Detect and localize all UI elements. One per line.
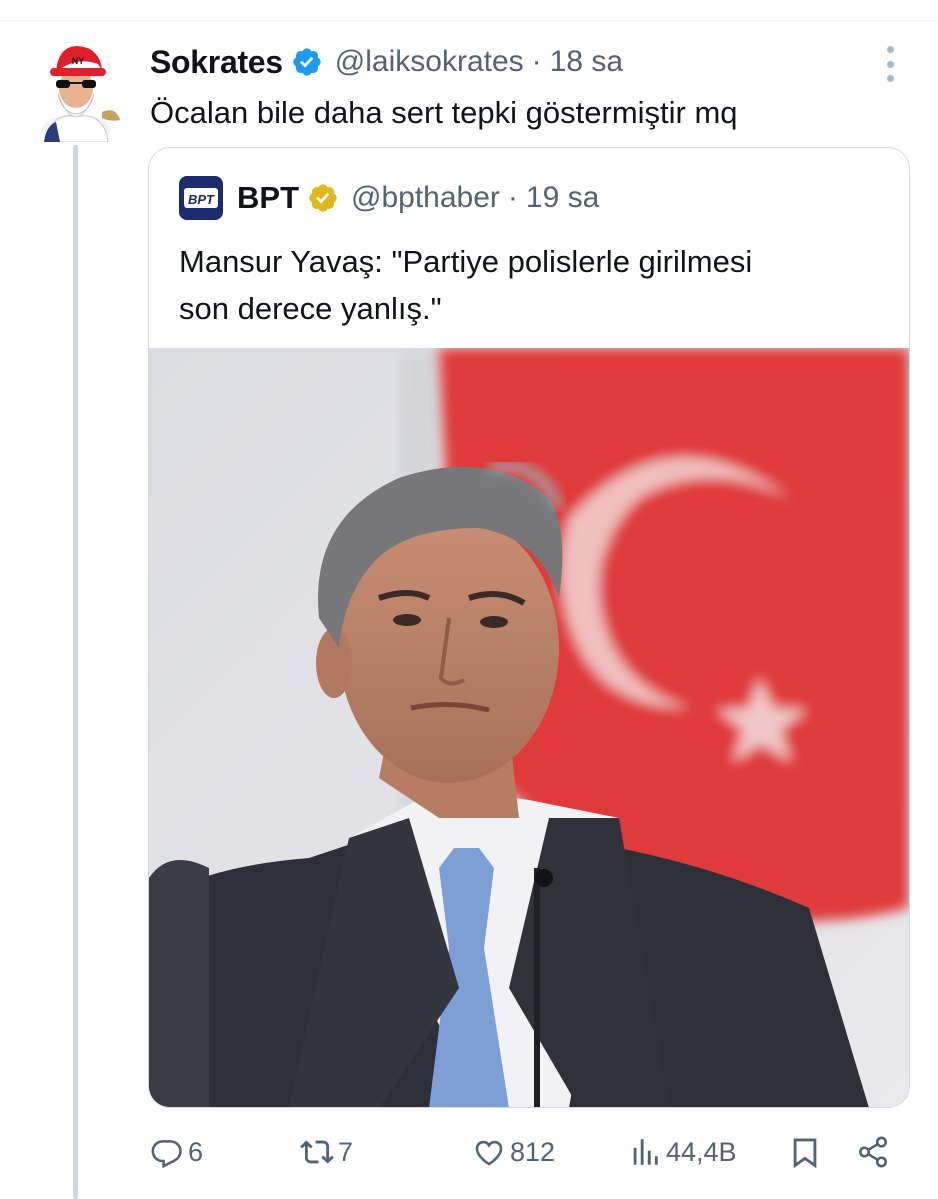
tweet-actions: 6 7 812 44,4B: [0, 1125, 938, 1179]
svg-text:NY: NY: [72, 56, 85, 66]
quoted-text-line: Mansur Yavaş: "Partiye polislerle girilm…: [179, 244, 753, 279]
bpt-logo-mark: BPT: [184, 188, 218, 208]
quoted-text-line: son derece yanlış.": [179, 291, 442, 326]
quoted-tweet-photo[interactable]: [149, 348, 909, 1107]
reply-icon: [151, 1140, 182, 1169]
separator-dot: ·: [507, 181, 518, 214]
like-button[interactable]: 812: [472, 1125, 555, 1179]
more-options-icon[interactable]: [878, 46, 902, 82]
reply-button[interactable]: 6: [150, 1125, 203, 1179]
avatar-image: NY: [42, 46, 120, 146]
bpt-logo-icon[interactable]: BPT: [179, 176, 223, 220]
quoted-tweet-text: Mansur Yavaş: "Partiye polislerle girilm…: [179, 238, 879, 332]
reply-count: 6: [188, 1136, 204, 1167]
retweet-count: 7: [338, 1136, 354, 1167]
verified-badge-icon[interactable]: [291, 46, 323, 78]
views-button[interactable]: 44,4B: [628, 1125, 737, 1179]
author-name[interactable]: Sokrates: [150, 44, 283, 81]
top-divider: [0, 20, 938, 21]
share-button[interactable]: [856, 1125, 890, 1179]
view-count: 44,4B: [666, 1136, 737, 1167]
bpt-logo-text: BPT: [188, 192, 215, 207]
bookmark-button[interactable]: [788, 1125, 822, 1179]
quoted-tweet-header: BPT BPT @bpthaber · 19 sa: [179, 176, 599, 220]
quoted-tweet-time[interactable]: 19 sa: [526, 181, 599, 215]
more-dot: [886, 60, 894, 68]
photo-man-in-suit-turkish-flag: [149, 348, 909, 1107]
share-icon: [858, 1136, 888, 1168]
quoted-tweet-card[interactable]: BPT BPT @bpthaber · 19 sa Mansur Yavaş: …: [148, 147, 910, 1108]
retweet-button[interactable]: 7: [300, 1125, 353, 1179]
thread-line: [73, 145, 78, 1199]
tweet-header: Sokrates @laiksokrates · 18 sa: [150, 40, 623, 84]
verified-gold-badge-icon[interactable]: [307, 182, 339, 214]
views-chart-icon: [633, 1139, 658, 1165]
like-count: 812: [510, 1136, 556, 1167]
author-avatar[interactable]: NY: [36, 42, 122, 146]
author-handle[interactable]: @laiksokrates: [335, 45, 524, 79]
separator-dot: ·: [531, 45, 542, 78]
retweet-icon: [300, 1140, 334, 1164]
more-dot: [886, 46, 894, 53]
heart-icon: [475, 1140, 503, 1166]
quoted-author-handle[interactable]: @bpthaber: [351, 181, 500, 215]
quoted-author-name[interactable]: BPT: [237, 180, 299, 216]
tweet-time[interactable]: 18 sa: [550, 45, 623, 79]
tweet-text: Öcalan bile daha sert tepki göstermiştir…: [150, 95, 738, 130]
bookmark-icon: [793, 1138, 817, 1169]
more-dot: [886, 75, 894, 82]
